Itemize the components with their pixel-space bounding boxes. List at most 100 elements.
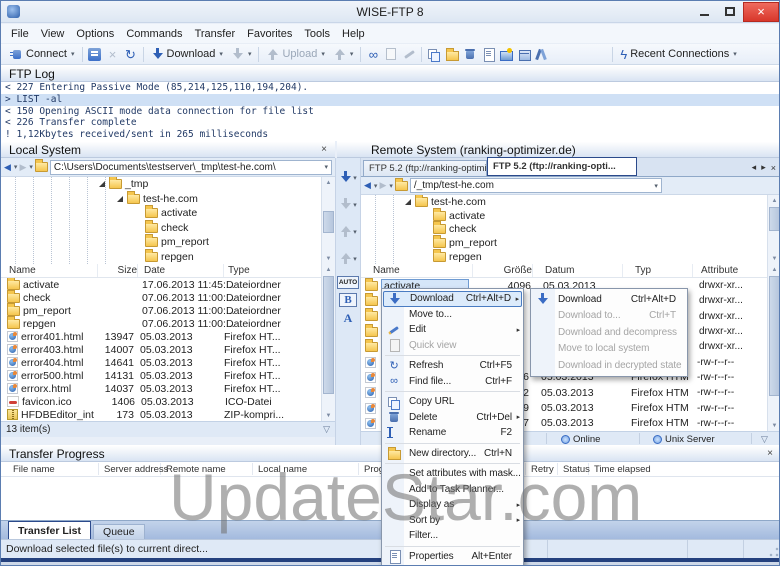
context-menu-item-find-file[interactable]: ∞ Find file... Ctrl+F [383, 374, 522, 390]
column-type[interactable]: Typ [622, 264, 692, 277]
ascii-mode-button[interactable]: A [344, 311, 353, 326]
context-menu-item-sort-by[interactable]: Sort by ▸ [383, 513, 522, 529]
tree-item-tmp[interactable]: _tmp [1, 177, 321, 192]
remote-list-scrollbar[interactable]: ▲ ▼ [767, 264, 779, 431]
context-menu-item-rename[interactable]: Rename F2 [383, 425, 522, 441]
remote-tree-scrollbar[interactable]: ▲ ▼ [767, 195, 779, 264]
dropdown-icon[interactable]: ▾ [219, 50, 223, 58]
expander-icon[interactable] [405, 198, 411, 205]
file-row-error500-html[interactable]: error500.html 14131 05.03.2013 Firefox HT..… [1, 369, 321, 382]
dropdown-icon[interactable]: ▾ [353, 201, 357, 209]
scroll-up-icon[interactable]: ▲ [768, 195, 779, 206]
dropdown-icon[interactable]: ▾ [654, 182, 658, 190]
upload-to-button[interactable]: ▾ [329, 47, 358, 62]
context-menu-item-delete[interactable]: Delete Ctrl+Del ▸ [383, 410, 522, 426]
transfer-column-server-address[interactable]: Server address [104, 464, 168, 475]
tools-button[interactable] [533, 46, 551, 62]
tree-item-check[interactable]: check [1, 219, 321, 236]
tree-item-pm-report[interactable]: pm_report [1, 234, 321, 250]
transfer-column-status[interactable]: Status [563, 464, 590, 475]
tab-queue[interactable]: Queue [93, 524, 145, 539]
remote-directory-tree[interactable]: test-he.com activate check pm_report repgen [361, 195, 767, 264]
transfer-column-time-elapsed[interactable]: Time elapsed [594, 464, 651, 475]
context-submenu-item-move-to-local-system[interactable]: Move to local system [532, 341, 686, 358]
file-row-error403-html[interactable]: error403.html 14007 05.03.2013 Firefox HT..… [1, 343, 321, 356]
quick-connect-button[interactable] [86, 46, 104, 62]
column-type[interactable]: Type [223, 264, 321, 277]
context-menu-item-add-to-task-planner[interactable]: Add to Task Planner... [383, 482, 522, 498]
scroll-down-icon[interactable]: ▼ [322, 410, 335, 421]
upload-to-button-vertical[interactable]: ▾ [336, 245, 360, 272]
menu-file[interactable]: File [5, 26, 35, 42]
scrollbar-thumb[interactable] [769, 276, 779, 396]
close-button[interactable]: × [743, 1, 779, 22]
scrollbar-thumb[interactable] [323, 211, 334, 233]
context-submenu-item-download-in-decrypted-state[interactable]: Download in decrypted state [532, 357, 686, 374]
context-menu-item-display-as[interactable]: Display as ▸ [383, 497, 522, 513]
menu-view[interactable]: View [35, 26, 71, 42]
find-button[interactable]: ∞ [364, 46, 382, 62]
disconnect-button[interactable]: × [104, 46, 122, 62]
context-menu-item-refresh[interactable]: ↻ Refresh Ctrl+F5 [383, 358, 522, 374]
funnel-icon[interactable]: ▽ [323, 424, 330, 435]
expander-icon[interactable] [117, 195, 123, 202]
download-button-vertical[interactable]: ▾ [336, 164, 360, 191]
refresh-button[interactable]: ↻ [122, 46, 140, 62]
favorites-button[interactable] [497, 46, 515, 62]
context-menu-item-quick-view[interactable]: Quick view [383, 338, 522, 354]
transfer-column-file-name[interactable]: File name [13, 464, 55, 475]
tree-item-activate[interactable]: activate [1, 205, 321, 221]
remote-list-column-header[interactable]: Name Größe Datum Typ Attribute [361, 264, 767, 278]
local-path-combo[interactable]: C:\Users\Documents\testserver\_tmp\test-… [49, 159, 332, 175]
task-planner-button[interactable] [515, 46, 533, 62]
binary-mode-button[interactable]: B [339, 293, 357, 307]
context-submenu-item-download-and-decompress[interactable]: Download and decompress [532, 324, 686, 341]
column-size[interactable]: Size [97, 264, 137, 277]
forward-button[interactable]: ▶ [19, 162, 26, 172]
context-menu-item-set-attributes-with-mask[interactable]: Set attributes with mask... [383, 466, 522, 482]
menu-commands[interactable]: Commands [120, 26, 188, 42]
transfer-column-retry[interactable]: Retry [531, 464, 554, 475]
scroll-down-icon[interactable]: ▼ [322, 253, 335, 264]
dropdown-icon[interactable]: ▾ [389, 182, 393, 190]
scroll-up-icon[interactable]: ▲ [768, 264, 779, 275]
menu-favorites[interactable]: Favorites [241, 26, 298, 42]
upload-button[interactable]: Upload ▾ [262, 47, 328, 62]
dropdown-icon[interactable]: ▾ [353, 174, 357, 182]
download-to-button[interactable]: ▾ [227, 47, 256, 62]
file-row-check[interactable]: check 07.06.2013 11:00:... Dateiordner [1, 289, 321, 304]
expander-icon[interactable] [99, 181, 105, 188]
copy-url-button[interactable] [425, 46, 443, 62]
column-name[interactable]: Name [361, 265, 472, 276]
scroll-up-icon[interactable]: ▲ [322, 264, 335, 275]
file-row-error404-html[interactable]: error404.html 14641 05.03.2013 Firefox HT..… [1, 356, 321, 369]
tree-item-test-he-com[interactable]: test-he.com [1, 190, 321, 207]
column-name[interactable]: Name [1, 265, 97, 276]
dropdown-icon[interactable]: ▾ [353, 255, 357, 263]
context-menu-item-move-to[interactable]: Move to... [383, 307, 522, 323]
scroll-down-icon[interactable]: ▼ [768, 420, 779, 431]
remote-tab-inactive[interactable]: FTP 5.2 (ftp://ranking-optimi... [363, 160, 487, 176]
tab-close-icon[interactable]: × [771, 163, 776, 173]
column-size[interactable]: Größe [472, 264, 532, 277]
forward-button[interactable]: ▶ [379, 181, 386, 190]
dropdown-icon[interactable]: ▾ [321, 50, 325, 58]
file-row-pm-report[interactable]: pm_report 07.06.2013 11:00:... Dateiordner [1, 302, 321, 317]
recent-connections-button[interactable]: ϟ Recent Connections ▾ [616, 47, 740, 62]
menu-transfer[interactable]: Transfer [189, 26, 242, 42]
dropdown-icon[interactable]: ▾ [29, 163, 33, 171]
tree-item-pm-report[interactable]: pm_report [361, 235, 767, 250]
download-to-button-vertical[interactable]: ▾ [336, 191, 360, 218]
menu-help[interactable]: Help [336, 26, 371, 42]
close-panel-icon[interactable]: × [767, 448, 773, 459]
tree-item-repgen[interactable]: repgen [361, 249, 767, 264]
edit-button[interactable] [400, 46, 418, 62]
download-button[interactable]: Download ▾ [147, 47, 227, 62]
context-menu-item-filter[interactable]: Filter... [383, 528, 522, 544]
tab-scroll-right-icon[interactable]: ▸ [761, 162, 766, 173]
properties-button[interactable] [479, 46, 497, 62]
column-attribute[interactable]: Attribute [692, 264, 767, 277]
column-date[interactable]: Datum [532, 264, 622, 277]
close-panel-icon[interactable]: × [321, 144, 327, 155]
tree-item-check[interactable]: check [361, 221, 767, 237]
